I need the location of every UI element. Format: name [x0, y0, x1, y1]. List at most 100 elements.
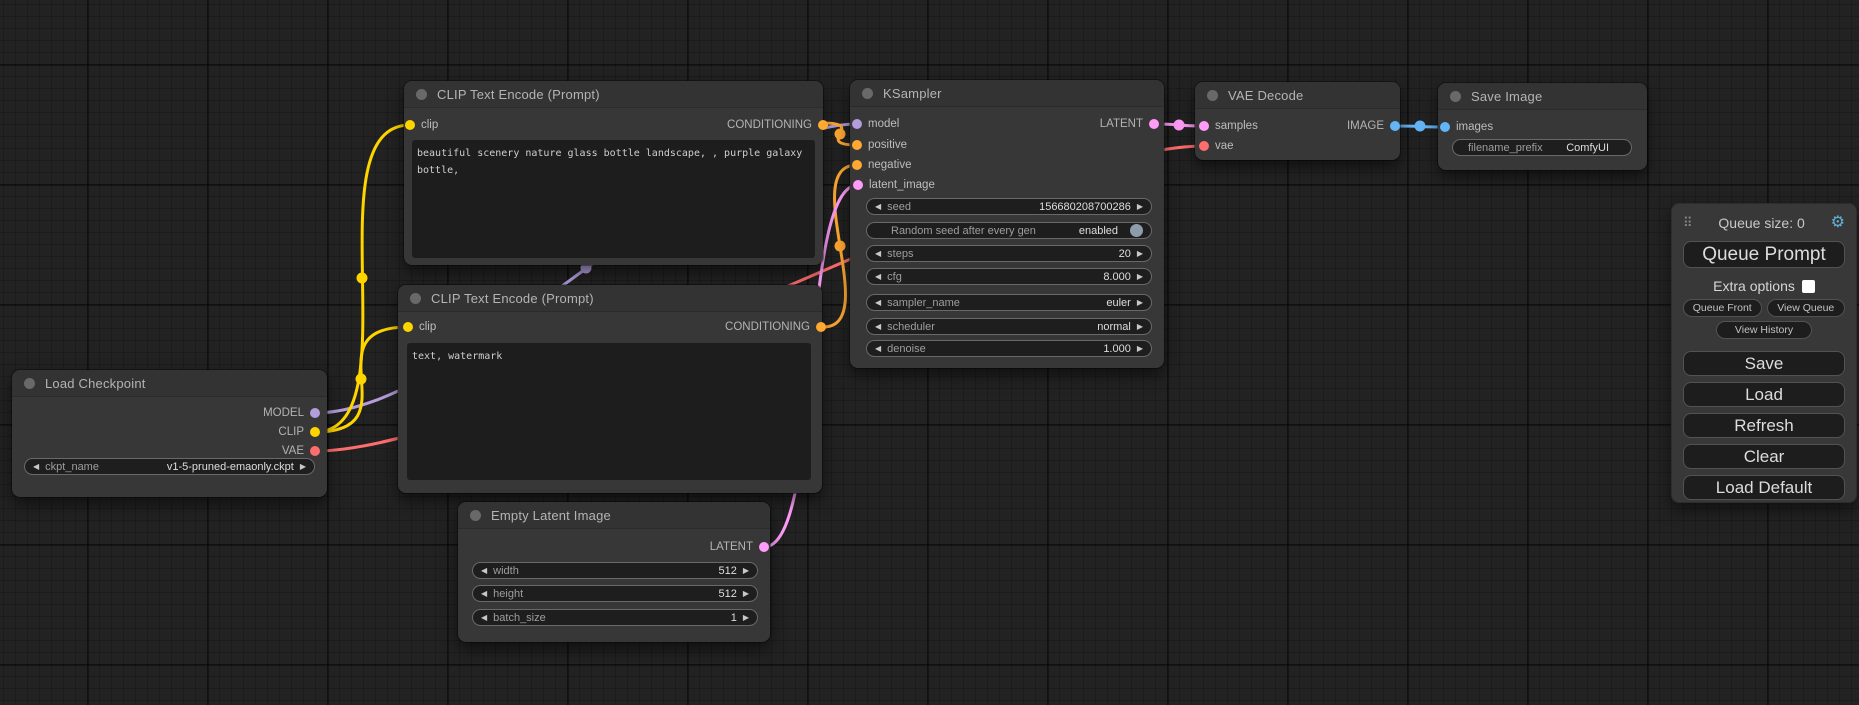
node-title-bar[interactable]: Save Image	[1438, 83, 1647, 110]
input-clip[interactable]: clip	[403, 320, 436, 334]
clip-port-icon[interactable]	[403, 322, 413, 332]
ckpt-name-widget[interactable]: ◀ ckpt_name v1-5-pruned-emaonly.ckpt ▶	[24, 458, 315, 475]
clip-port-icon[interactable]	[310, 427, 320, 437]
arrow-right-icon[interactable]: ▶	[1137, 250, 1143, 258]
batch-size-widget[interactable]: ◀ batch_size 1 ▶	[472, 609, 758, 626]
arrow-left-icon[interactable]: ◀	[481, 614, 487, 622]
output-latent[interactable]: LATENT	[1100, 117, 1159, 131]
latent-port-icon[interactable]	[1149, 119, 1159, 129]
drag-handle-icon[interactable]: ⠿	[1683, 215, 1693, 231]
input-negative[interactable]: negative	[852, 158, 911, 172]
latent-port-icon[interactable]	[1199, 121, 1209, 131]
load-button[interactable]: Load	[1683, 382, 1845, 407]
node-load-checkpoint[interactable]: Load Checkpoint MODEL CLIP VAE ◀ ckpt_na…	[12, 370, 327, 497]
extra-options-checkbox[interactable]	[1802, 280, 1815, 293]
node-empty-latent-image[interactable]: Empty Latent Image LATENT ◀ width 512 ▶ …	[458, 502, 770, 642]
denoise-widget[interactable]: ◀ denoise 1.000 ▶	[866, 340, 1152, 357]
node-vae-decode[interactable]: VAE Decode samples vae IMAGE	[1195, 82, 1400, 160]
view-queue-button[interactable]: View Queue	[1767, 299, 1846, 317]
node-title-bar[interactable]: KSampler	[850, 80, 1164, 107]
conditioning-port-icon[interactable]	[816, 322, 826, 332]
arrow-left-icon[interactable]: ◀	[875, 345, 881, 353]
toggle-enabled-icon[interactable]	[1130, 224, 1143, 237]
positive-prompt-textarea[interactable]: beautiful scenery nature glass bottle la…	[412, 140, 815, 258]
arrow-left-icon[interactable]: ◀	[481, 590, 487, 598]
refresh-button[interactable]: Refresh	[1683, 413, 1845, 438]
arrow-left-icon[interactable]: ◀	[875, 299, 881, 307]
arrow-right-icon[interactable]: ▶	[743, 614, 749, 622]
output-vae[interactable]: VAE	[282, 444, 320, 458]
node-clip-text-encode-positive[interactable]: CLIP Text Encode (Prompt) clip CONDITION…	[404, 81, 823, 265]
model-port-icon[interactable]	[852, 119, 862, 129]
image-port-icon[interactable]	[1390, 121, 1400, 131]
arrow-left-icon[interactable]: ◀	[875, 323, 881, 331]
clip-port-icon[interactable]	[405, 120, 415, 130]
queue-prompt-button[interactable]: Queue Prompt	[1683, 241, 1845, 268]
arrow-left-icon[interactable]: ◀	[875, 203, 881, 211]
image-port-icon[interactable]	[1440, 122, 1450, 132]
latent-port-icon[interactable]	[759, 542, 769, 552]
seed-widget[interactable]: ◀ seed 156680208700286 ▶	[866, 198, 1152, 215]
load-default-button[interactable]: Load Default	[1683, 475, 1845, 500]
vae-port-icon[interactable]	[1199, 141, 1209, 151]
arrow-left-icon[interactable]: ◀	[481, 567, 487, 575]
arrow-right-icon[interactable]: ▶	[743, 567, 749, 575]
node-title-bar[interactable]: VAE Decode	[1195, 82, 1400, 109]
arrow-left-icon[interactable]: ◀	[33, 463, 39, 471]
height-widget[interactable]: ◀ height 512 ▶	[472, 585, 758, 602]
node-title-bar[interactable]: Load Checkpoint	[12, 370, 327, 397]
negative-prompt-textarea[interactable]: text, watermark	[407, 343, 811, 480]
input-samples[interactable]: samples	[1199, 119, 1258, 133]
output-clip[interactable]: CLIP	[278, 425, 320, 439]
arrow-right-icon[interactable]: ▶	[1137, 203, 1143, 211]
queue-front-button[interactable]: Queue Front	[1683, 299, 1762, 317]
node-title: CLIP Text Encode (Prompt)	[431, 291, 594, 306]
width-widget[interactable]: ◀ width 512 ▶	[472, 562, 758, 579]
filename-prefix-widget[interactable]: filename_prefix ComfyUI	[1452, 139, 1632, 156]
settings-gear-icon[interactable]: ⚙	[1831, 215, 1845, 231]
widget-label: batch_size	[493, 612, 546, 624]
input-clip[interactable]: clip	[405, 118, 438, 132]
arrow-left-icon[interactable]: ◀	[875, 273, 881, 281]
node-title-bar[interactable]: Empty Latent Image	[458, 502, 770, 529]
node-save-image[interactable]: Save Image images filename_prefix ComfyU…	[1438, 83, 1647, 170]
node-title-bar[interactable]: CLIP Text Encode (Prompt)	[404, 81, 823, 108]
output-latent[interactable]: LATENT	[710, 540, 769, 554]
output-model[interactable]: MODEL	[263, 406, 320, 420]
arrow-right-icon[interactable]: ▶	[300, 463, 306, 471]
widget-label: Random seed after every gen	[891, 225, 1036, 237]
node-ksampler[interactable]: KSampler model positive negative latent_…	[850, 80, 1164, 368]
conditioning-port-icon[interactable]	[852, 160, 862, 170]
model-port-icon[interactable]	[310, 408, 320, 418]
input-model[interactable]: model	[852, 117, 899, 131]
input-positive[interactable]: positive	[852, 138, 907, 152]
arrow-right-icon[interactable]: ▶	[743, 590, 749, 598]
vae-port-icon[interactable]	[310, 446, 320, 456]
arrow-right-icon[interactable]: ▶	[1137, 273, 1143, 281]
steps-widget[interactable]: ◀ steps 20 ▶	[866, 245, 1152, 262]
node-title-bar[interactable]: CLIP Text Encode (Prompt)	[398, 285, 822, 312]
node-clip-text-encode-negative[interactable]: CLIP Text Encode (Prompt) clip CONDITION…	[398, 285, 822, 493]
output-conditioning[interactable]: CONDITIONING	[725, 320, 826, 334]
save-button[interactable]: Save	[1683, 351, 1845, 376]
queue-panel[interactable]: ⠿ Queue size: 0 ⚙ Queue Prompt Extra opt…	[1671, 203, 1857, 503]
clear-button[interactable]: Clear	[1683, 444, 1845, 469]
conditioning-port-icon[interactable]	[818, 120, 828, 130]
arrow-right-icon[interactable]: ▶	[1137, 299, 1143, 307]
arrow-right-icon[interactable]: ▶	[1137, 323, 1143, 331]
output-conditioning[interactable]: CONDITIONING	[727, 118, 828, 132]
comfyui-canvas[interactable]: { "colors": { "model": "#B39DDB", "clip"…	[0, 0, 1859, 705]
view-history-button[interactable]: View History	[1716, 321, 1812, 339]
cfg-widget[interactable]: ◀ cfg 8.000 ▶	[866, 268, 1152, 285]
arrow-right-icon[interactable]: ▶	[1137, 345, 1143, 353]
input-vae[interactable]: vae	[1199, 139, 1234, 153]
sampler-name-widget[interactable]: ◀ sampler_name euler ▶	[866, 294, 1152, 311]
input-images[interactable]: images	[1440, 120, 1493, 134]
output-image[interactable]: IMAGE	[1347, 119, 1400, 133]
random-seed-toggle-widget[interactable]: Random seed after every gen enabled	[866, 222, 1152, 239]
input-latent-image[interactable]: latent_image	[853, 178, 935, 192]
scheduler-widget[interactable]: ◀ scheduler normal ▶	[866, 318, 1152, 335]
conditioning-port-icon[interactable]	[852, 140, 862, 150]
arrow-left-icon[interactable]: ◀	[875, 250, 881, 258]
latent-port-icon[interactable]	[853, 180, 863, 190]
